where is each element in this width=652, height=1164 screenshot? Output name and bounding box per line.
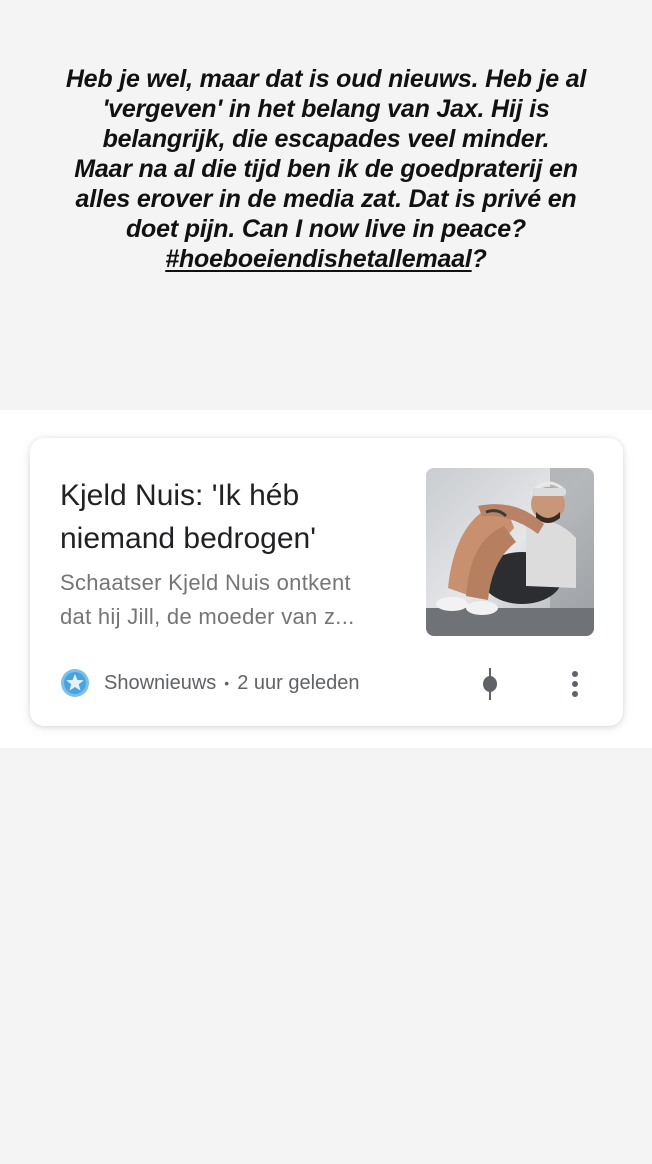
caption-line-3: belangrijk, die escapades veel minder. [102, 125, 550, 153]
hashtag-suffix: ? [471, 245, 487, 273]
news-thumbnail[interactable] [426, 468, 594, 636]
news-time: 2 uur geleden [237, 671, 360, 694]
more-vert-icon[interactable] [570, 670, 580, 698]
news-card[interactable]: Kjeld Nuis: 'Ik héb niemand bedrogen' Sc… [30, 438, 623, 726]
news-source[interactable]: Shownieuws [104, 672, 216, 695]
caption-line-4: Maar na al die tijd ben ik de goedprater… [74, 155, 578, 183]
snippet-line-2: dat hij Jill, de moeder van z... [60, 604, 355, 629]
news-snippet: Schaatser Kjeld Nuis ontkent dat hij Jil… [60, 566, 410, 634]
snippet-line-1: Schaatser Kjeld Nuis ontkent [60, 570, 351, 595]
caption-line-1: Heb je wel, maar dat is oud nieuws. Heb … [65, 65, 587, 93]
headline-line-2: niemand bedrogen' [60, 522, 316, 555]
caption-line-7: #hoeboeiendishetallemaal? [20, 244, 632, 274]
pin-icon[interactable] [482, 668, 498, 700]
thumbnail-photo-icon [426, 468, 594, 636]
news-meta: Shownieuws • 2 uur geleden [60, 668, 360, 698]
story-caption: Heb je wel, maar dat is oud nieuws. Heb … [20, 64, 632, 274]
caption-line-2: 'vergeven' in het belang van Jax. Hij is [102, 95, 550, 123]
star-badge-icon [61, 669, 89, 697]
caption-line-6: doet pijn. Can I now live in peace? [125, 215, 526, 243]
news-headline[interactable]: Kjeld Nuis: 'Ik héb niemand bedrogen' [60, 474, 400, 560]
hashtag-link[interactable]: #hoeboeiendishetallemaal [165, 245, 472, 273]
headline-line-1: Kjeld Nuis: 'Ik héb [60, 479, 300, 512]
meta-separator: • [224, 675, 230, 691]
caption-line-5: alles erover in de media zat. Dat is pri… [75, 185, 577, 213]
story-screen: Heb je wel, maar dat is oud nieuws. Heb … [0, 0, 652, 1164]
